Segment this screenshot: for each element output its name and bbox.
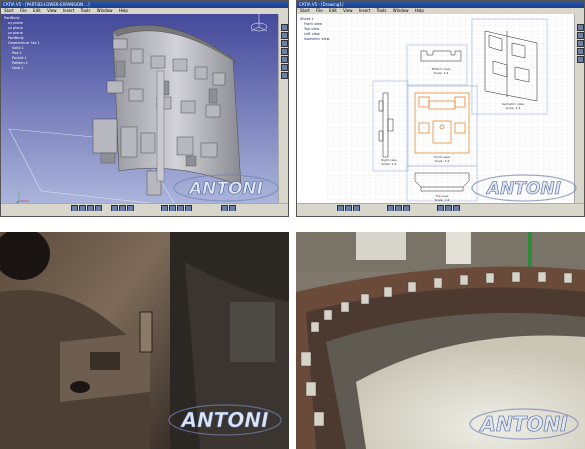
- specification-tree: PartBody xy plane yz plane zx plane Part…: [4, 16, 40, 71]
- status-bar: [297, 211, 584, 216]
- tool-icon[interactable]: [281, 24, 288, 31]
- menu-window[interactable]: Window: [97, 8, 113, 13]
- menu-bar: Start File Edit View Insert Tools Window…: [1, 8, 288, 14]
- tool-icon[interactable]: [281, 72, 288, 79]
- tool-icon[interactable]: [281, 40, 288, 47]
- menu-view[interactable]: View: [47, 8, 57, 13]
- svg-text:ANTONI: ANTONI: [179, 408, 269, 432]
- view-scale-bottom: Scale: 1:4: [434, 71, 449, 75]
- svg-text:ANTONI: ANTONI: [187, 179, 263, 199]
- menu-insert[interactable]: Insert: [63, 8, 74, 13]
- view-scale-isometric: Scale: 1:4: [506, 106, 521, 110]
- catia-drawing-screenshot: CATIA V5 - [Drawing1] Start File Edit Vi…: [296, 0, 585, 217]
- tool-icon[interactable]: [577, 56, 584, 63]
- tool-icon[interactable]: [281, 32, 288, 39]
- tree-item[interactable]: Isometric view: [300, 37, 329, 42]
- tool-icon[interactable]: [281, 56, 288, 63]
- menu-tools[interactable]: Tools: [81, 8, 91, 13]
- window-title: CATIA V5 - [PART-B3-LOWER-EXPANSION ...]: [1, 1, 288, 8]
- tool-icon[interactable]: [281, 48, 288, 55]
- tool-icon[interactable]: [577, 32, 584, 39]
- tool-icon[interactable]: [577, 48, 584, 55]
- drawing-tree: Sheet.1 Front view Top view Left view Is…: [300, 17, 329, 42]
- tool-icon[interactable]: [577, 40, 584, 47]
- tool-icon[interactable]: [281, 64, 288, 71]
- view-scale-front: Scale: 1:4: [435, 159, 450, 163]
- view-scale-top: Scale: 1:4: [435, 198, 450, 202]
- antoni-logo-watermark: ANTONI: [168, 404, 282, 436]
- svg-text:ANTONI: ANTONI: [478, 412, 568, 436]
- tree-item[interactable]: Hole.1: [4, 66, 40, 71]
- view-scale-right: Scale: 1:4: [382, 162, 397, 166]
- menu-file[interactable]: File: [20, 8, 27, 13]
- tool-icon[interactable]: [577, 24, 584, 31]
- menu-edit[interactable]: Edit: [33, 8, 41, 13]
- antoni-logo-watermark: ANTONI: [469, 408, 579, 440]
- photo-ring-assembly: ANTONI: [296, 232, 585, 449]
- svg-text:ANTONI: ANTONI: [485, 179, 561, 199]
- antoni-logo-watermark: ANTONI: [173, 174, 279, 202]
- photo-part-closeup: ANTONI: [0, 232, 289, 449]
- menu-start[interactable]: Start: [4, 8, 14, 13]
- menu-help[interactable]: Help: [119, 8, 128, 13]
- catia-3d-screenshot: CATIA V5 - [PART-B3-LOWER-EXPANSION ...]…: [0, 0, 289, 217]
- antoni-logo-watermark: ANTONI: [471, 174, 577, 202]
- status-bar: [1, 211, 288, 216]
